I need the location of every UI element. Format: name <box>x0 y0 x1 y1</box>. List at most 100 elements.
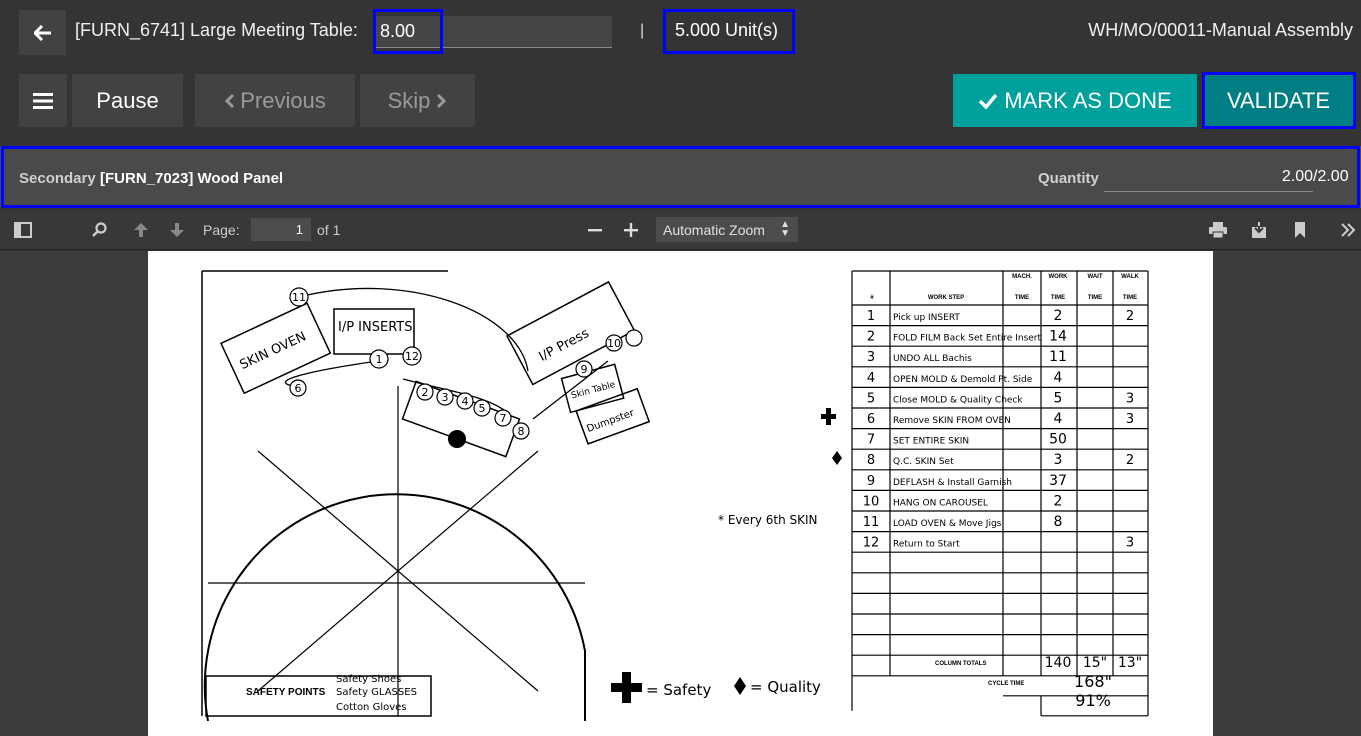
step-description: Return to Start <box>893 540 960 550</box>
circle-label: 5 <box>479 402 486 415</box>
arrow-up-icon[interactable] <box>131 218 151 242</box>
circle-label: 10 <box>607 337 621 350</box>
step-description: UNDO ALL Bachis <box>893 354 972 364</box>
step-number: 1 <box>867 309 875 324</box>
validate-label: VALIDATE <box>1226 87 1331 113</box>
circle-label: 11 <box>292 291 306 304</box>
arrow-down-icon[interactable] <box>167 218 187 242</box>
safety-cross-icon <box>611 672 642 703</box>
product-title: [FURN_6741] Large Meeting Table: <box>75 20 358 40</box>
step-description: DEFLASH & Install Garnish <box>893 478 1012 488</box>
step-number: 11 <box>863 515 880 530</box>
arrow-left-icon <box>33 24 51 41</box>
legend-safety: = Safety <box>646 681 711 699</box>
circle-label: 12 <box>405 350 419 363</box>
back-button[interactable] <box>19 10 66 55</box>
circle-label: 2 <box>422 386 429 399</box>
step-work-time: 2 <box>1054 308 1063 324</box>
zoom-in-icon[interactable] <box>621 218 641 242</box>
chevron-left-icon <box>225 93 235 108</box>
step-description: Q.C. SKIN Set <box>893 457 954 467</box>
step-number: 9 <box>867 474 875 489</box>
step-work-time: 4 <box>1054 411 1063 427</box>
step-number: 6 <box>867 412 875 427</box>
legend-quality: = Quality <box>750 678 821 696</box>
select-arrows-icon: ▲ ▼ <box>780 219 790 239</box>
every-6th-note: * Every 6th SKIN <box>718 513 818 527</box>
ip-press-label: I/P Press <box>537 326 592 365</box>
safety-points-title: SAFETY POINTS <box>246 687 326 698</box>
validate-button[interactable]: VALIDATE <box>1203 74 1354 127</box>
secondary-label: Secondary <box>19 170 96 187</box>
print-icon[interactable] <box>1207 218 1229 242</box>
secondary-product-bar: Secondary [FURN_7023] Wood Panel Quantit… <box>0 146 1361 208</box>
step-walk-time: 3 <box>1126 391 1134 406</box>
page-total: of 1 <box>317 222 341 238</box>
step-work-time: 4 <box>1054 370 1063 386</box>
previous-label: Previous <box>240 87 326 113</box>
step-work-time: 11 <box>1049 349 1067 365</box>
zoom-select[interactable]: Automatic Zoom ▲ ▼ <box>655 216 799 243</box>
col-header: TIME <box>1051 295 1065 301</box>
step-number: 4 <box>867 371 875 386</box>
step-work-time: 8 <box>1054 514 1063 530</box>
step-description: SET ENTIRE SKIN <box>893 437 969 447</box>
total-walk: 13" <box>1118 655 1142 671</box>
hamburger-icon <box>33 92 53 109</box>
step-description: OPEN MOLD & Demold Pt. Side <box>893 375 1033 385</box>
previous-button[interactable]: Previous <box>195 74 355 127</box>
search-icon[interactable] <box>89 218 111 242</box>
mark-as-done-label: MARK AS DONE <box>1004 87 1172 113</box>
chevron-right-icon <box>437 93 447 108</box>
step-work-time: 5 <box>1054 390 1063 406</box>
col-header: TIME <box>1015 295 1029 301</box>
cycle-time-value: 168" <box>1074 672 1112 691</box>
step-number: 7 <box>867 433 875 448</box>
check-icon <box>979 93 998 109</box>
menu-button[interactable] <box>19 74 67 127</box>
column-totals-label: COLUMN TOTALS <box>935 661 986 667</box>
step-walk-time: 3 <box>1126 412 1134 427</box>
step-description: Pick up INSERT <box>893 313 960 323</box>
step-work-time: 50 <box>1049 432 1067 448</box>
skip-button[interactable]: Skip <box>360 74 475 127</box>
total-work: 140 <box>1045 655 1072 671</box>
safety-point: Safety Shoes <box>336 674 401 685</box>
separator: | <box>640 22 645 39</box>
zoom-value: Automatic Zoom <box>663 222 765 238</box>
step-number: 3 <box>867 350 875 365</box>
page-number-input[interactable]: 1 <box>250 217 312 242</box>
step-description: Remove SKIN FROM OVEN <box>893 416 1011 426</box>
page-label: Page: <box>203 222 240 238</box>
work-step-table: # WORK STEP MACH. TIME WORK TIME WAIT TI… <box>851 270 1149 717</box>
col-header: WORK STEP <box>928 295 964 301</box>
circle-label: 9 <box>581 363 588 376</box>
mark-as-done-button[interactable]: MARK AS DONE <box>953 74 1197 127</box>
step-number: 10 <box>863 494 880 509</box>
secondary-quantity-max: /2.00 <box>1313 168 1349 185</box>
cycle-time-label: CYCLE TIME <box>988 681 1024 687</box>
skip-label: Skip <box>387 87 431 113</box>
step-walk-time: 2 <box>1126 453 1134 468</box>
safety-cross-icon <box>821 408 836 425</box>
pdf-page: 11 1 12 6 2 3 4 5 7 8 9 10 SKIN OVEN I/P… <box>148 251 1213 736</box>
tools-chevron-icon[interactable] <box>1338 218 1358 242</box>
step-work-time: 37 <box>1049 473 1067 489</box>
download-icon[interactable] <box>1248 218 1270 242</box>
sidebar-toggle-icon[interactable] <box>12 218 34 242</box>
bookmark-icon[interactable] <box>1290 218 1310 242</box>
col-header: WORK <box>1049 274 1069 280</box>
quantity-producing-input[interactable]: 8.00 <box>375 16 612 48</box>
quantity-label: Quantity <box>1038 170 1099 187</box>
ip-inserts-label: I/P INSERTS <box>338 320 413 335</box>
pdf-viewer[interactable]: 11 1 12 6 2 3 4 5 7 8 9 10 SKIN OVEN I/P… <box>0 251 1361 736</box>
pause-label: Pause <box>96 87 159 113</box>
pause-button[interactable]: Pause <box>72 74 183 127</box>
zoom-out-icon[interactable] <box>585 218 605 242</box>
col-header: WAIT <box>1088 274 1103 280</box>
secondary-quantity-input[interactable]: 2.00 <box>1104 168 1313 192</box>
quality-diamond-icon <box>832 451 842 465</box>
step-number: 8 <box>867 453 875 468</box>
circle-label: 7 <box>500 412 507 425</box>
percent-value: 91% <box>1075 691 1111 710</box>
